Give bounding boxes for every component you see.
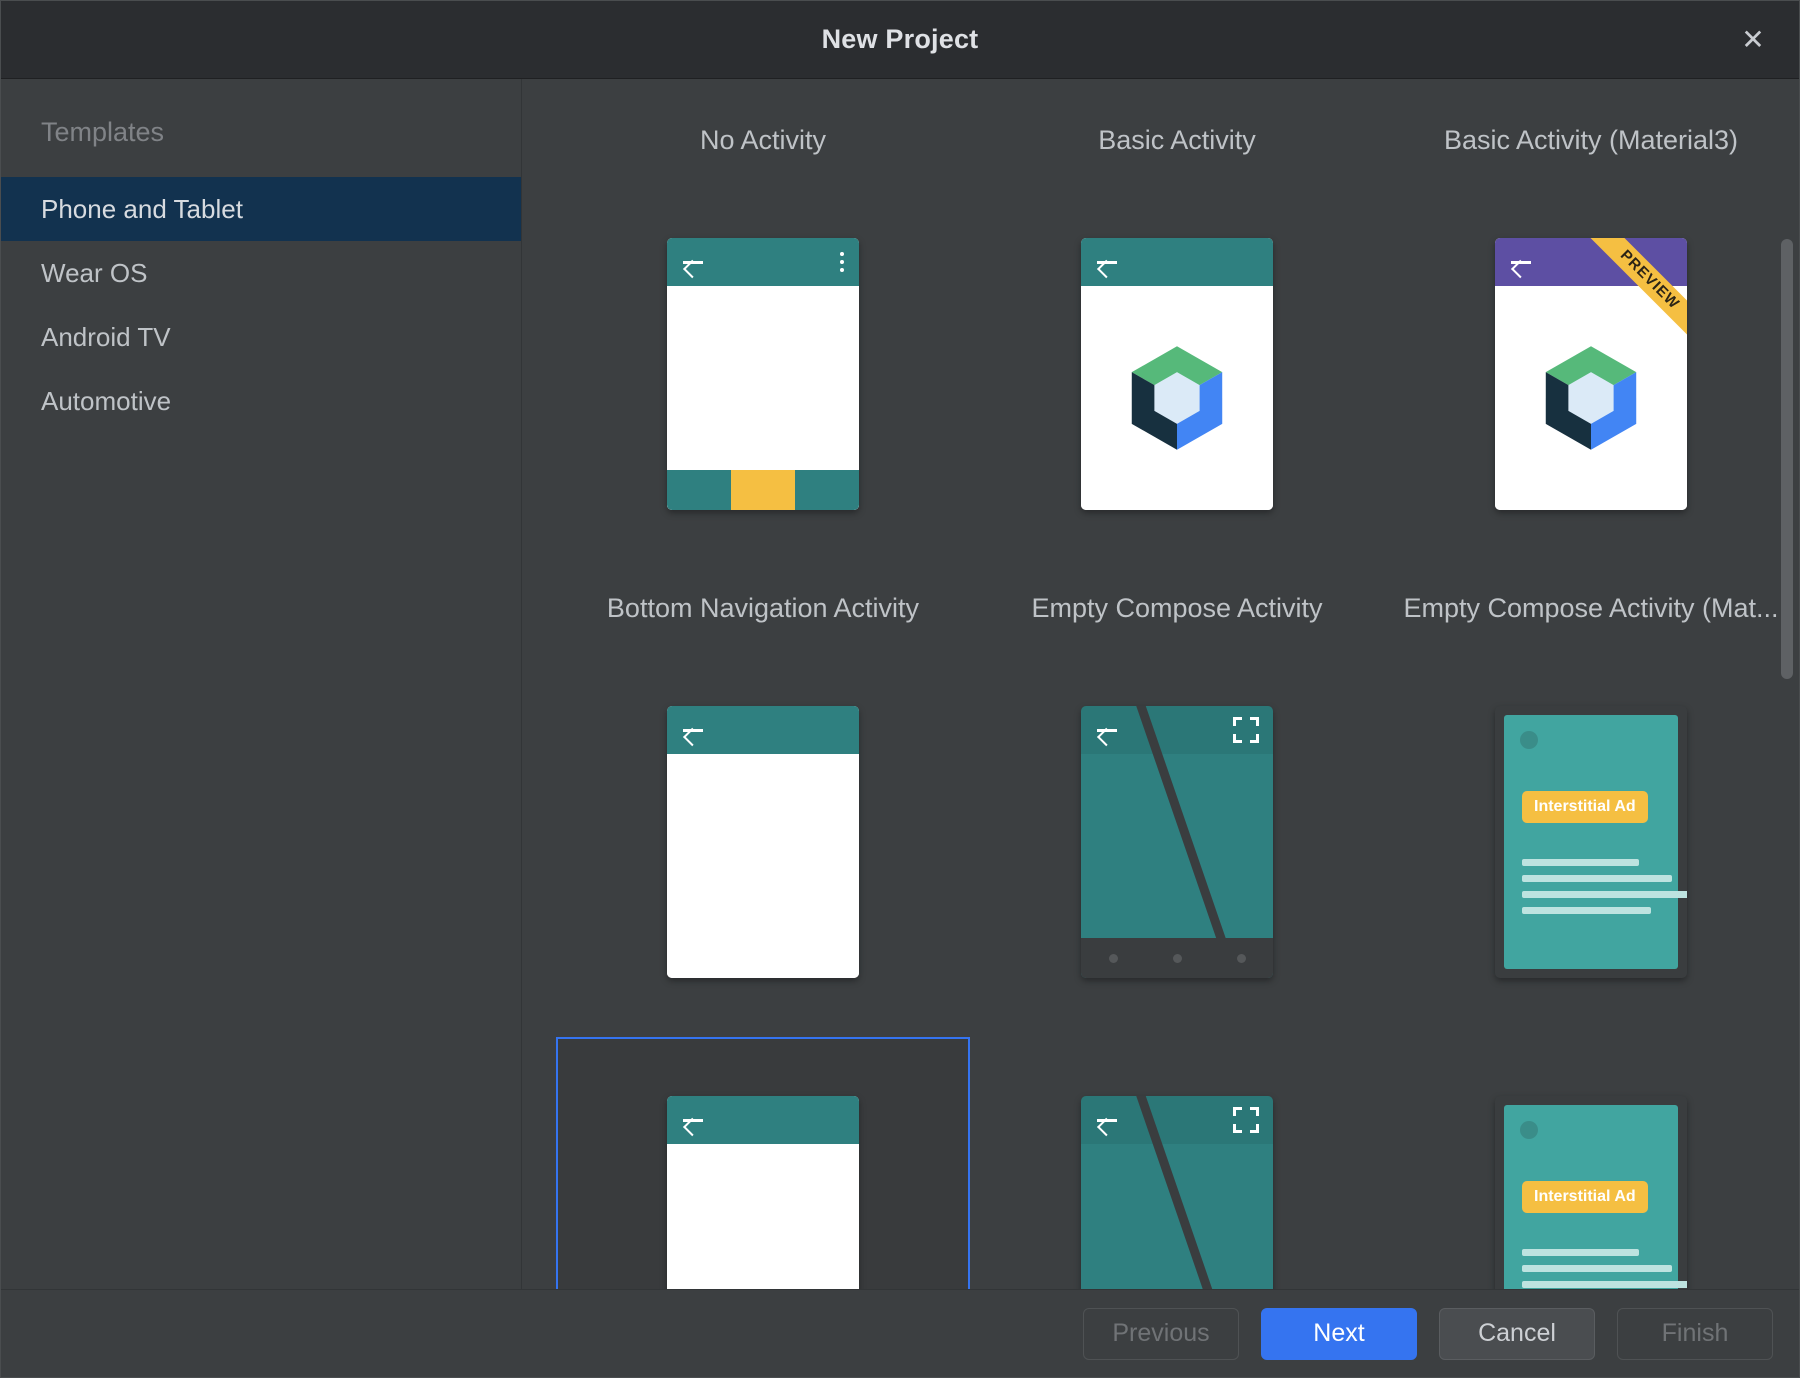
template-card-google-admob-ads-activity[interactable]: Google AdMob Ads Activity Interstitial A… (1384, 1037, 1798, 1289)
app-bar (1081, 1096, 1273, 1144)
template-label: Basic Activity (Material3) (1444, 101, 1738, 179)
phone-content (667, 754, 859, 978)
back-arrow-icon (1095, 250, 1119, 274)
template-thumbnail: Interstitial Ad (1384, 647, 1798, 1037)
template-card-no-activity[interactable]: No Activity (556, 101, 970, 569)
app-bar (667, 1096, 859, 1144)
phone-preview: Interstitial Ad (1495, 1096, 1687, 1289)
phone-preview (1081, 1096, 1273, 1289)
close-icon[interactable]: ✕ (1733, 20, 1773, 60)
phone-preview (667, 238, 859, 510)
app-bar (667, 238, 859, 286)
template-thumbnail (556, 179, 970, 569)
template-thumbnail: Interstitial Ad (1384, 1037, 1798, 1289)
template-label: Bottom Navigation Activity (607, 569, 919, 647)
app-bar (1495, 238, 1687, 286)
phone-preview (1081, 238, 1273, 510)
phone-content (667, 286, 859, 510)
sidebar-item-automotive[interactable]: Automotive (1, 369, 521, 433)
template-label: No Activity (700, 101, 826, 179)
template-thumbnail: PREVIEW (1384, 179, 1798, 569)
bottom-nav-bar (667, 470, 859, 510)
nav-dots (1081, 938, 1273, 978)
template-label: Basic Activity (1098, 101, 1256, 179)
next-button[interactable]: Next (1261, 1308, 1417, 1360)
dialog-footer: Previous Next Cancel Finish (1, 1289, 1799, 1377)
template-label: Empty Compose Activity (1031, 569, 1322, 647)
dialog-title: New Project (822, 24, 979, 55)
avatar-dot-icon (1520, 731, 1538, 749)
templates-grid: No Activity (556, 79, 1765, 1289)
finish-button[interactable]: Finish (1617, 1308, 1773, 1360)
new-project-dialog: New Project ✕ Templates Phone and Tablet… (0, 0, 1800, 1378)
phone-preview (1081, 706, 1273, 978)
phone-preview: Interstitial Ad (1495, 706, 1687, 978)
phone-content (667, 1144, 859, 1289)
back-arrow-icon (681, 718, 705, 742)
template-thumbnail (556, 647, 970, 1037)
phone-preview (667, 1096, 859, 1289)
jetpack-compose-logo-icon (1536, 342, 1646, 454)
templates-scrollbar[interactable] (1781, 79, 1795, 1289)
sidebar-item-wear-os[interactable]: Wear OS (1, 241, 521, 305)
app-bar (667, 706, 859, 754)
avatar-dot-icon (1520, 1121, 1538, 1139)
placeholder-lines (1522, 1249, 1672, 1289)
phone-content (1081, 286, 1273, 510)
template-thumbnail (970, 179, 1384, 569)
template-card-basic-activity-material3[interactable]: Basic Activity (Material3) (1384, 101, 1798, 569)
templates-grid-pane: No Activity (522, 79, 1799, 1289)
dialog-titlebar: New Project ✕ (1, 1, 1799, 79)
template-card-empty-compose-activity-material3[interactable]: Empty Compose Activity (Mat... Interstit… (1384, 569, 1798, 1037)
template-thumbnail (970, 647, 1384, 1037)
admob-screen: Interstitial Ad (1504, 1105, 1678, 1289)
sidebar-header-templates: Templates (1, 87, 521, 177)
sidebar-item-phone-and-tablet[interactable]: Phone and Tablet (1, 177, 521, 241)
phone-preview (667, 706, 859, 978)
template-card-empty-compose-activity[interactable]: Empty Compose Activity (970, 569, 1384, 1037)
app-bar (1081, 238, 1273, 286)
overflow-menu-icon (840, 252, 845, 272)
bottom-nav-item (667, 470, 731, 510)
phone-preview: PREVIEW (1495, 238, 1687, 510)
fullscreen-icon (1233, 717, 1259, 743)
back-arrow-icon (1095, 1108, 1119, 1132)
template-thumbnail (556, 1037, 970, 1289)
scrollbar-thumb[interactable] (1781, 239, 1793, 679)
template-card-fullscreen-activity[interactable]: Fullscreen Activity (970, 1037, 1384, 1289)
fullscreen-icon (1233, 1107, 1259, 1133)
back-arrow-icon (1509, 250, 1533, 274)
interstitial-ad-badge: Interstitial Ad (1522, 791, 1648, 823)
sidebar-item-android-tv[interactable]: Android TV (1, 305, 521, 369)
previous-button[interactable]: Previous (1083, 1308, 1239, 1360)
template-card-basic-activity[interactable]: Basic Activity (970, 101, 1384, 569)
dialog-body: Templates Phone and Tablet Wear OS Andro… (1, 79, 1799, 1289)
jetpack-compose-logo-icon (1122, 342, 1232, 454)
template-card-empty-activity[interactable]: Empty Activity (556, 1037, 970, 1289)
interstitial-ad-badge: Interstitial Ad (1522, 1181, 1648, 1213)
phone-content (1495, 286, 1687, 510)
template-label: Empty Compose Activity (Mat... (1403, 569, 1778, 647)
placeholder-lines (1522, 859, 1672, 923)
admob-screen: Interstitial Ad (1504, 715, 1678, 969)
app-bar (1081, 706, 1273, 754)
back-arrow-icon (681, 250, 705, 274)
templates-sidebar: Templates Phone and Tablet Wear OS Andro… (1, 79, 522, 1289)
cancel-button[interactable]: Cancel (1439, 1308, 1595, 1360)
bottom-nav-item (795, 470, 859, 510)
template-card-bottom-navigation-activity[interactable]: Bottom Navigation Activity (556, 569, 970, 1037)
template-thumbnail (970, 1037, 1384, 1289)
bottom-nav-item-active (731, 470, 795, 510)
back-arrow-icon (1095, 718, 1119, 742)
back-arrow-icon (681, 1108, 705, 1132)
